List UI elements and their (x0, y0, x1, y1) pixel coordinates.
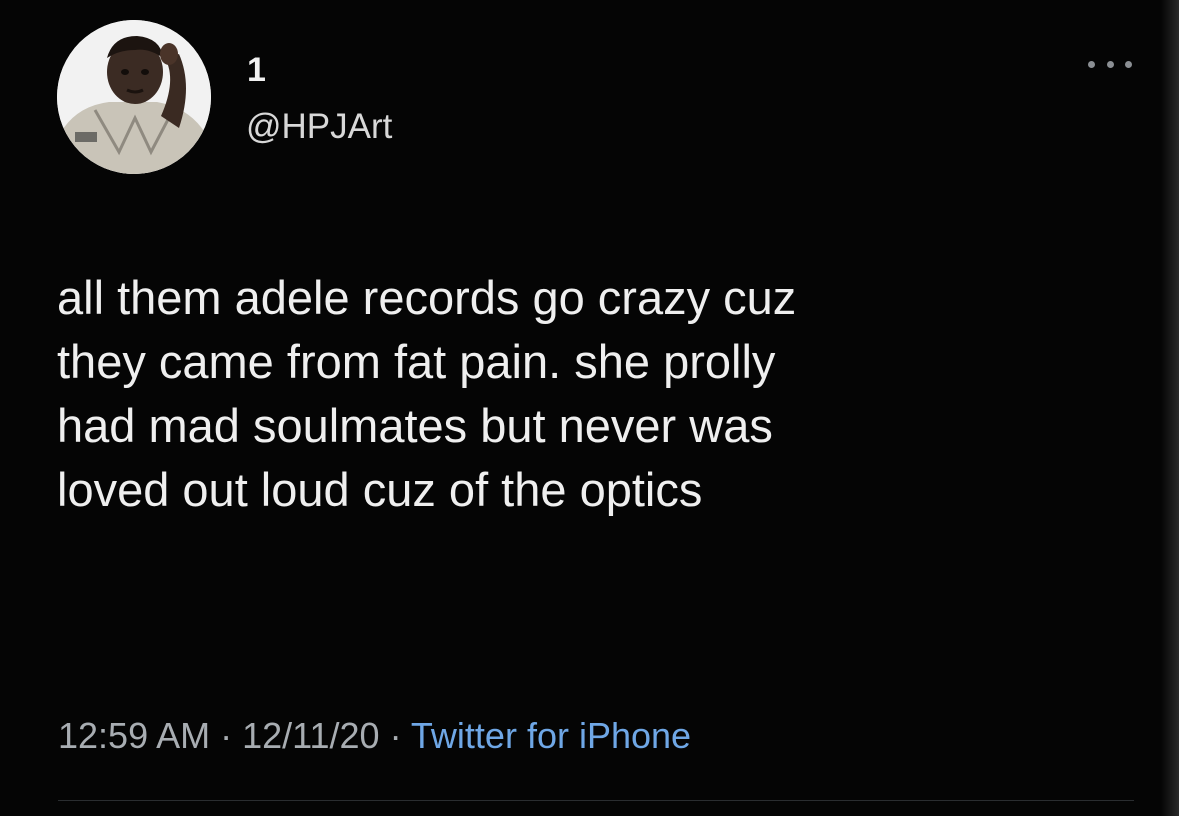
user-handle[interactable]: @HPJArt (246, 106, 392, 148)
screen-edge (1161, 0, 1179, 816)
tweet-text: all them adele records go crazy cuz they… (57, 266, 1137, 522)
more-dot (1106, 60, 1114, 68)
tweet-date[interactable]: 12/11/20 (242, 715, 379, 756)
divider (58, 800, 1134, 801)
display-name[interactable]: 1 (247, 50, 266, 90)
tweet-text-line: loved out loud cuz of the optics (57, 463, 703, 516)
avatar[interactable] (57, 20, 211, 174)
tweet-card: 1 @HPJArt all them adele records go craz… (0, 0, 1179, 816)
tweet-text-line: had mad soulmates but never was (57, 399, 773, 452)
tweet-text-line: they came from fat pain. she prolly (57, 335, 776, 388)
meta-separator: · (379, 715, 411, 756)
tweet-text-line: all them adele records go crazy cuz (57, 271, 797, 324)
tweet-source-link[interactable]: Twitter for iPhone (411, 715, 691, 756)
more-dot (1125, 60, 1132, 68)
avatar-image (57, 20, 211, 174)
tweet-time[interactable]: 12:59 AM (58, 715, 210, 756)
more-dot (1088, 60, 1095, 68)
tweet-metadata: 12:59 AM · 12/11/20 · Twitter for iPhone (58, 712, 691, 760)
meta-separator: · (210, 715, 243, 756)
more-horizontal-icon[interactable] (1088, 52, 1132, 76)
